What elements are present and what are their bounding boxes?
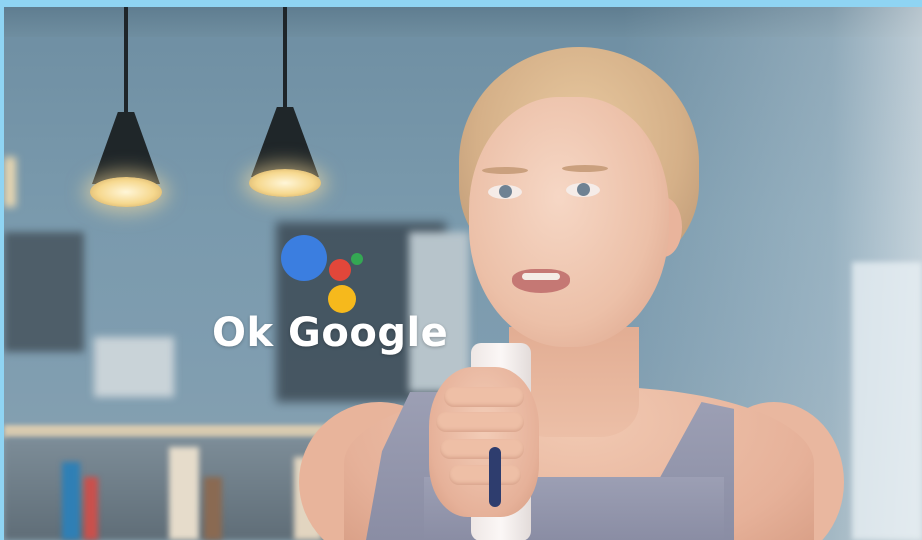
ok-google-caption: Ok Google	[212, 310, 449, 356]
finger	[440, 439, 524, 459]
teeth	[522, 273, 560, 280]
woman	[4, 7, 922, 540]
left-eye	[488, 185, 522, 199]
finger	[436, 412, 524, 432]
photo-scene	[4, 7, 922, 540]
finger	[449, 465, 521, 485]
left-eyebrow	[482, 167, 528, 174]
finger	[444, 387, 524, 407]
green-dot-icon	[351, 253, 363, 265]
blue-dot-icon	[281, 235, 327, 281]
yellow-dot-icon	[328, 285, 356, 313]
red-dot-icon	[329, 259, 351, 281]
image-frame: Ok Google	[0, 0, 922, 540]
face	[469, 97, 669, 347]
remote-button	[489, 447, 501, 507]
right-eye	[566, 183, 600, 197]
right-eyebrow	[562, 165, 608, 172]
